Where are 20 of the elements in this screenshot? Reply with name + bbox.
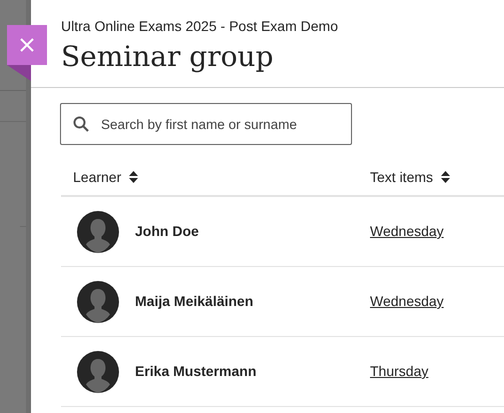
sort-icon	[441, 171, 450, 183]
panel-title: Seminar group	[61, 39, 274, 75]
avatar-icon	[77, 280, 119, 322]
column-header[interactable]: Learner	[73, 166, 122, 188]
close-button[interactable]	[7, 25, 47, 65]
learner-name: John Doe	[135, 222, 199, 241]
ribbon-fold-icon	[7, 65, 31, 81]
search-field[interactable]: Search by first name or surname	[60, 103, 352, 145]
text-item-link[interactable]: Wednesday	[370, 291, 444, 312]
learner-name: Erika Mustermann	[135, 362, 256, 381]
close-icon	[20, 38, 34, 52]
search-icon	[73, 116, 89, 132]
sort-icon	[129, 171, 138, 183]
text-item-link[interactable]: Thursday	[370, 361, 428, 382]
text-item-link[interactable]: Wednesday	[370, 221, 444, 242]
learner-name: Maija Meikäläinen	[135, 292, 254, 311]
course-name: Ultra Online Exams 2025 - Post Exam Demo	[61, 17, 339, 36]
avatar-icon	[77, 350, 119, 392]
column-header[interactable]: Text items	[370, 166, 434, 188]
avatar-icon	[77, 210, 119, 252]
